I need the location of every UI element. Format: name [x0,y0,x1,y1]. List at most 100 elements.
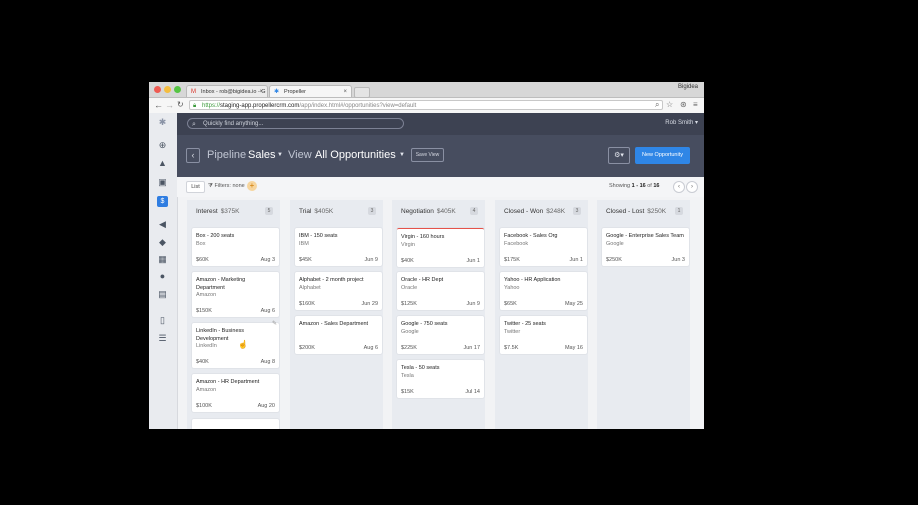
opportunity-card[interactable]: Virgin - 160 hours Virgin $40K Jun 1 [397,228,484,267]
close-tab-icon[interactable]: × [343,86,347,97]
card-amount: $200K [299,345,315,351]
opportunities-icon[interactable]: $ [157,196,168,207]
opportunity-card[interactable]: Google - 750 seats Google $225K Jun 17 [397,316,484,354]
save-view-button[interactable]: Save View [411,148,444,162]
card-title: LinkedIn - Business Development [196,328,244,342]
table-icon[interactable]: ☰ [157,333,168,344]
filters-label[interactable]: ⧩ Filters: none [208,183,245,190]
back-arrow-icon[interactable]: ← [154,100,163,110]
list-view-button[interactable]: List [186,181,205,193]
settings-button[interactable]: ⚙▾ [608,147,630,164]
maximize-window-button[interactable] [174,86,181,93]
card-amount: $175K [504,257,520,263]
opportunity-card[interactable]: Twitter - 25 seats Twitter $7.5K May 16 [500,316,587,354]
stamp-icon[interactable]: ▲ [157,158,168,169]
forward-arrow-icon[interactable]: → [165,100,174,110]
next-page-button[interactable]: › [686,181,698,193]
opportunity-card[interactable]: Amazon - HR Department Amazon $100K Aug … [192,374,279,412]
pencil-icon[interactable]: ✎ [272,320,277,327]
bookmark-star-icon[interactable]: ☆ [666,100,673,110]
opportunity-card[interactable]: Facebook - Sales Org Facebook $175K Jun … [500,228,587,266]
opportunity-card[interactable]: Amazon - Marketing Department Amazon $15… [192,272,279,317]
url-host: staging-app.propellercrm.com [220,103,300,109]
mouse-cursor-icon: ☝ [238,340,248,349]
contact-card-icon[interactable]: ▣ [157,177,168,188]
document-icon[interactable]: ▯ [157,315,168,326]
browser-tab-gmail[interactable]: M Inbox - rob@bigidea.io - G × [186,85,268,97]
new-tab-button[interactable] [354,87,370,98]
column-name: Trial [299,208,312,215]
card-amount: $100K [196,403,212,409]
opportunity-card[interactable]: IBM - 150 seats IBM $45K Jun 9 [295,228,382,266]
card-company: Google [401,329,419,335]
results-count: Showing 1 - 16 of 16 [609,183,660,189]
opportunity-card[interactable] [192,419,279,429]
card-company: Facebook [504,241,529,247]
browser-profile-name[interactable]: Bigidea [678,84,698,90]
opportunity-card[interactable]: Yahoo - HR Application Yahoo $65K May 25 [500,272,587,310]
extension-icon[interactable]: ⊛ [680,100,687,110]
global-search-input[interactable]: ⌕ Quickly find anything... [187,118,404,129]
card-date: May 16 [564,345,583,351]
add-filter-button[interactable]: + [247,181,257,191]
column-title: Closed - Won $248K [504,208,565,215]
tag-icon[interactable]: ◆ [157,237,168,248]
user-menu[interactable]: Rob Smith ▾ [665,119,698,126]
address-bar[interactable]: 🔒︎ https://staging-app.propellercrm.com/… [189,100,663,110]
close-window-button[interactable] [154,86,161,93]
card-amount: $225K [401,345,417,351]
globe-icon[interactable]: ● [157,271,168,282]
compass-icon[interactable]: ⊕ [157,140,168,151]
close-tab-icon[interactable]: × [259,86,263,97]
card-date: Jun 9 [466,301,480,307]
reload-icon[interactable]: ↻ [177,100,184,110]
card-date: Aug 3 [260,257,275,263]
opportunity-card[interactable]: Amazon - Sales Department $200K Aug 6 [295,316,382,354]
opportunity-card[interactable]: Oracle - HR Dept Oracle $125K Jun 9 [397,272,484,310]
browser-tab-propeller[interactable]: ✱ Propeller × [269,85,352,97]
opportunity-card[interactable]: Tesla - 50 seats Tesla $15K Jul 14 [397,360,484,398]
column-count-badge: 3 [573,207,581,215]
card-date: Jun 29 [361,301,378,307]
pipeline-selector[interactable]: Sales [248,148,276,162]
view-selector[interactable]: All Opportunities [315,148,396,162]
opportunity-card[interactable]: ✎ LinkedIn - Business Development Linked… [192,320,279,368]
pipeline-column-closed-won: Closed - Won $248K 3 Facebook - Sales Org… [495,200,588,429]
minimize-window-button[interactable] [164,86,171,93]
building-icon[interactable]: ▤ [157,289,168,300]
megaphone-icon[interactable]: ◀ [157,219,168,230]
url-scheme: https:// [202,103,221,109]
card-company: Amazon [196,387,217,393]
column-amount: $250K [647,208,667,215]
card-amount: $65K [504,301,517,307]
card-title: Alphabet - 2 month project [299,277,364,283]
card-title: Facebook - Sales Org [504,233,558,239]
calendar-icon[interactable]: ▦ [157,254,168,265]
card-company: LinkedIn [196,343,217,349]
card-company: Amazon [196,292,217,298]
chevron-down-icon[interactable]: ▼ [277,149,283,161]
view-label: View [288,149,312,161]
showing-total: 16 [653,183,660,189]
opportunity-card[interactable]: Google - Enterprise Sales Team Google $2… [602,228,689,266]
card-date: May 25 [564,301,583,307]
opportunity-card[interactable]: Box - 200 seats Box $60K Aug 3 [192,228,279,266]
chevron-down-icon[interactable]: ▼ [399,149,405,161]
column-name: Interest [196,208,218,215]
search-icon[interactable]: ⌕ [655,100,659,110]
column-amount: $248K [546,208,566,215]
new-opportunity-button[interactable]: New Opportunity [635,147,690,164]
previous-page-button[interactable]: ‹ [673,181,685,193]
card-company: Tesla [401,373,414,379]
back-button[interactable]: ‹ [186,148,200,163]
opportunity-card[interactable]: Alphabet - 2 month project Alphabet $160… [295,272,382,310]
column-name: Closed - Won [504,208,544,215]
app-header: ⌕ Quickly find anything... Rob Smith ▾ [177,113,704,135]
menu-icon[interactable]: ≡ [693,100,698,110]
card-date: Jun 1 [569,257,583,263]
filter-bar: List ⧩ Filters: none + Showing 1 - 16 of… [177,177,704,197]
card-date: Aug 6 [260,308,275,314]
propeller-logo-icon[interactable]: ✱ [157,117,168,128]
column-header: Trial $405K 3 [290,200,383,222]
card-company: Twitter [504,329,521,335]
